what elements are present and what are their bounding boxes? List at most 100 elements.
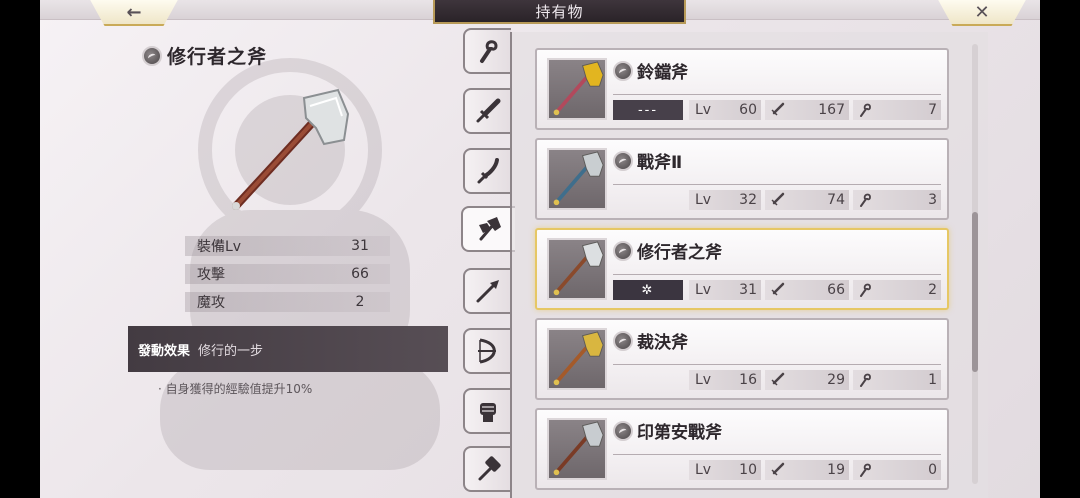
attack-cell: 66 (765, 280, 849, 300)
grade-icon (613, 60, 633, 81)
item-name-row: 鈴鐺斧 (613, 58, 688, 83)
close-icon: ✕ (974, 1, 990, 23)
stat-label: 裝備Lv (197, 239, 242, 255)
grade-icon (613, 330, 633, 351)
attack-value: 167 (818, 102, 845, 118)
effect-panel: 發動效果 修行的一步 (128, 326, 448, 372)
axe-icon (553, 241, 604, 296)
back-arrow-icon: ← (126, 1, 142, 23)
item-card-3[interactable]: 修行者之斧 ✲ Lv 31 66 2 (535, 228, 949, 310)
grade-icon (613, 240, 633, 261)
tab-bow[interactable] (463, 328, 511, 374)
magic-attack-value: 2 (928, 282, 937, 298)
level-cell: Lv 10 (689, 460, 761, 480)
sword-icon (771, 282, 785, 296)
staff-icon (860, 193, 871, 207)
axe-icon (553, 61, 604, 116)
item-card-4[interactable]: 裁決斧 Lv 16 29 1 (535, 318, 949, 400)
item-stats: Lv 16 29 1 (613, 370, 941, 390)
divider (613, 364, 941, 365)
stat-row-magic-attack: 魔攻 2 (185, 292, 390, 312)
magic-attack-cell: 0 (853, 460, 941, 480)
selected-weapon-image (232, 88, 350, 210)
spear-icon (476, 280, 499, 303)
item-stats: --- Lv 60 167 7 (613, 100, 941, 120)
level-label: Lv (695, 192, 712, 208)
stat-row-equip-level: 裝備Lv 31 (185, 236, 390, 256)
item-name-row: 戰斧Ⅱ (613, 148, 682, 173)
close-button[interactable]: ✕ (936, 0, 1028, 26)
item-thumbnail (547, 238, 607, 300)
axe-icon (479, 217, 501, 241)
tab-sword[interactable] (463, 88, 511, 134)
magic-attack-value: 1 (928, 372, 937, 388)
item-name: 裁決斧 (637, 333, 688, 353)
stat-label: 魔攻 (197, 295, 225, 311)
magic-attack-cell: 2 (853, 280, 941, 300)
level-label: Lv (695, 462, 712, 478)
attack-value: 74 (827, 192, 845, 208)
screen: ← 持有物 ✕ 修行者之斧 裝備Lv 31 攻擊 66 魔攻 2 發動效果 修行… (40, 0, 1040, 498)
level-cell: Lv 32 (689, 190, 761, 210)
bow-icon (478, 338, 496, 364)
sword-icon (771, 192, 785, 206)
magic-attack-cell: 7 (853, 100, 941, 120)
stat-value: 2 (355, 294, 365, 310)
attack-cell: 19 (765, 460, 849, 480)
item-stats: ✲ Lv 31 66 2 (613, 280, 941, 300)
item-name: 戰斧Ⅱ (637, 153, 683, 173)
back-button[interactable]: ← (88, 0, 180, 26)
tab-katana[interactable] (463, 148, 511, 194)
staff-icon (860, 283, 871, 297)
tab-staff[interactable] (463, 28, 511, 74)
divider (613, 184, 941, 185)
staff-icon (860, 463, 871, 477)
item-card-1[interactable]: 鈴鐺斧 --- Lv 60 167 7 (535, 48, 949, 130)
level-label: Lv (695, 372, 712, 388)
scrollbar-thumb[interactable] (972, 212, 978, 372)
sword-icon (771, 372, 785, 386)
item-card-5[interactable]: 印第安戰斧 Lv 10 19 0 (535, 408, 949, 490)
magic-attack-value: 3 (928, 192, 937, 208)
tab-hammer[interactable] (463, 446, 511, 492)
equip-status-tag: ✲ (613, 280, 683, 300)
axe-icon (553, 151, 604, 206)
axe-icon (553, 421, 604, 476)
stat-row-attack: 攻擊 66 (185, 264, 390, 284)
item-thumbnail (547, 328, 607, 390)
gauntlet-icon (480, 403, 496, 422)
magic-attack-value: 0 (928, 462, 937, 478)
attack-cell: 74 (765, 190, 849, 210)
item-card-2[interactable]: 戰斧Ⅱ Lv 32 74 3 (535, 138, 949, 220)
stat-value: 66 (351, 266, 369, 282)
level-value: 32 (739, 192, 757, 208)
level-cell: Lv 60 (689, 100, 761, 120)
level-value: 10 (739, 462, 757, 478)
effect-name: 修行的一步 (198, 343, 264, 359)
divider (613, 94, 941, 95)
stat-label: 攻擊 (197, 267, 225, 283)
staff-icon (860, 103, 871, 117)
grade-icon (142, 45, 162, 66)
tab-spear[interactable] (463, 268, 511, 314)
item-name: 修行者之斧 (637, 243, 722, 263)
item-name: 鈴鐺斧 (637, 63, 688, 83)
effect-title: 發動效果 (138, 343, 191, 359)
staff-icon (860, 373, 871, 387)
attack-cell: 167 (765, 100, 849, 120)
level-label: Lv (695, 102, 712, 118)
item-name-row: 印第安戰斧 (613, 418, 722, 443)
staff-icon (480, 40, 498, 63)
hammer-icon (478, 456, 501, 481)
item-name-row: 修行者之斧 (613, 238, 722, 263)
divider (613, 454, 941, 455)
grade-icon (613, 420, 633, 441)
level-value: 60 (739, 102, 757, 118)
tab-gauntlet[interactable] (463, 388, 511, 434)
axe-icon (553, 331, 604, 386)
effect-description: · 自身獲得的經驗值提升10% (158, 382, 313, 396)
item-thumbnail (547, 418, 607, 480)
attack-value: 19 (827, 462, 845, 478)
tab-axe[interactable] (461, 206, 515, 252)
equip-status-tag: --- (613, 100, 683, 120)
